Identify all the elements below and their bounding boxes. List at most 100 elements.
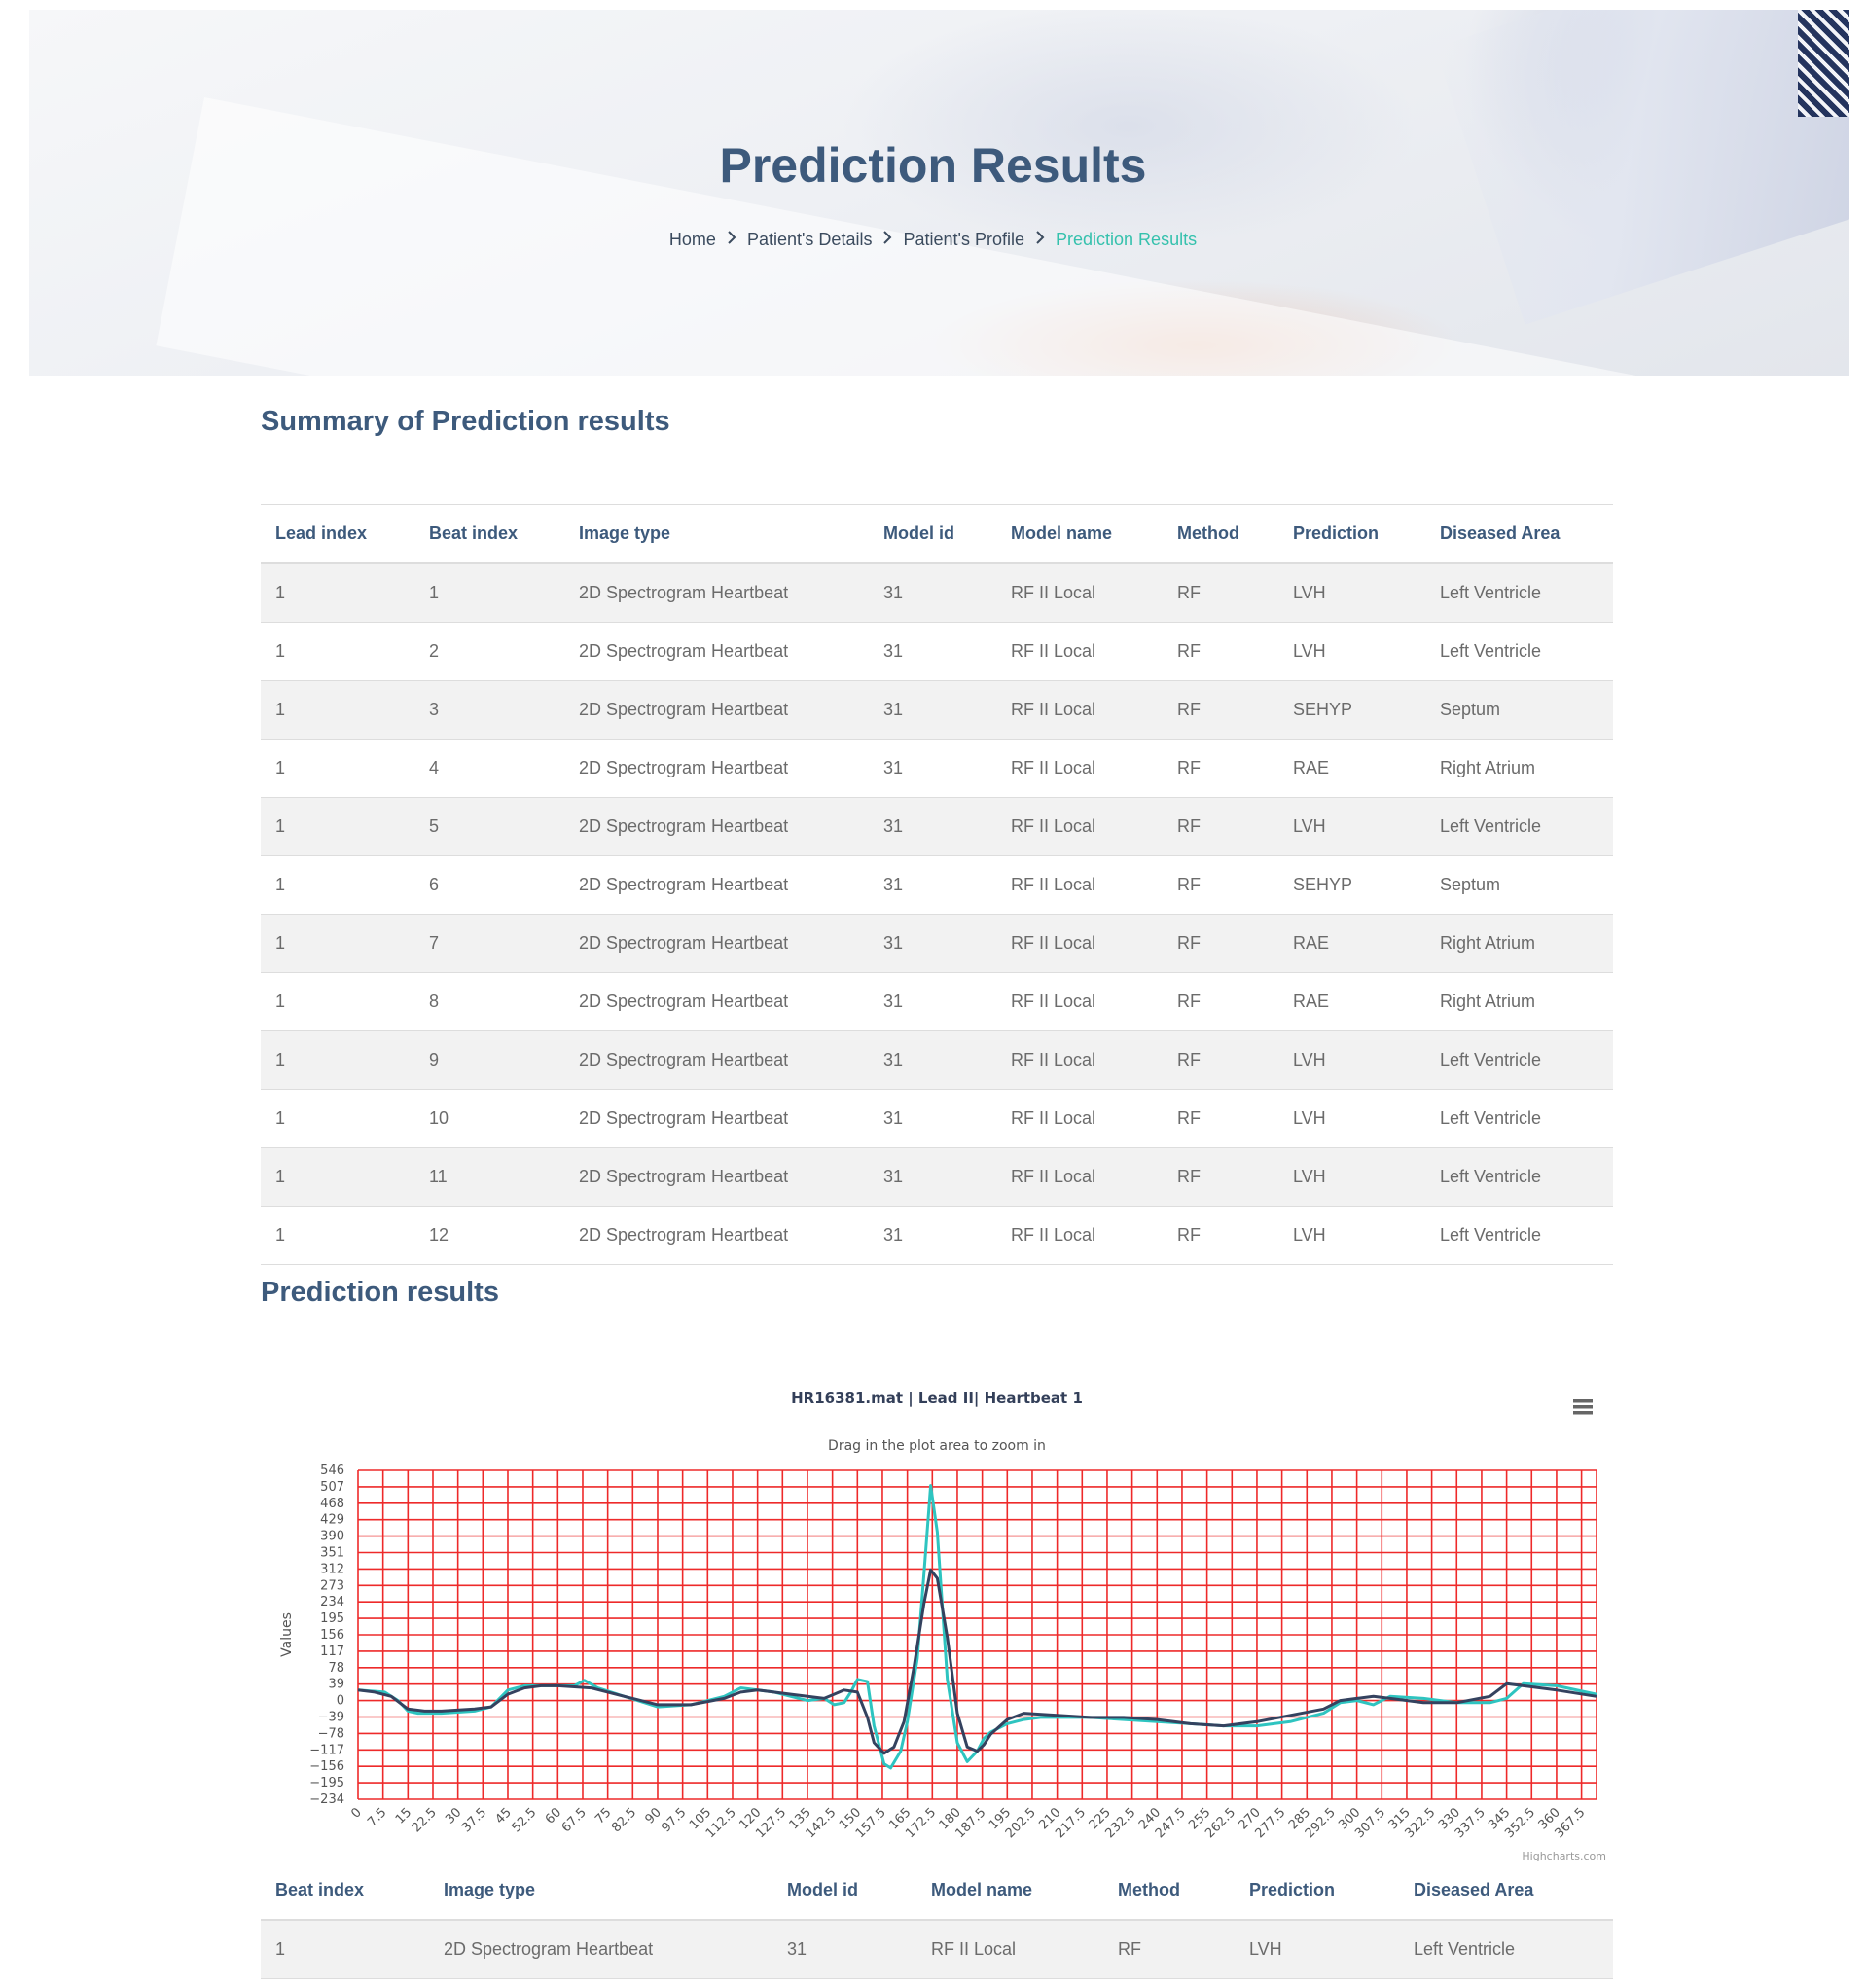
- col-beat-index: Beat index: [261, 1861, 429, 1921]
- table-cell: LVH: [1278, 563, 1425, 623]
- table-cell: 1: [261, 972, 414, 1031]
- ecg-chart[interactable]: HR16381.mat | Lead II| Heartbeat 1 Drag i…: [261, 1357, 1613, 1863]
- table-cell: RF II Local: [996, 914, 1163, 973]
- table-cell: Left Ventricle: [1425, 1147, 1613, 1207]
- col-prediction: Prediction: [1235, 1861, 1399, 1921]
- series-line: [357, 1568, 1597, 1755]
- table-cell: RF II Local: [996, 739, 1163, 798]
- table-cell: 1: [414, 563, 564, 623]
- breadcrumb-home[interactable]: Home: [669, 228, 716, 251]
- table-cell: 8: [414, 972, 564, 1031]
- y-tick-label: 546: [320, 1464, 344, 1478]
- x-tick-label: 67.5: [559, 1805, 590, 1835]
- hero-tie-shape: [1798, 10, 1849, 117]
- table-cell: 2D Spectrogram Heartbeat: [564, 1206, 869, 1265]
- table-cell: RF: [1163, 563, 1278, 623]
- col-image-type: Image type: [429, 1861, 772, 1921]
- table-row: 1 4 2D Spectrogram Heartbeat 31 RF II Local R…: [261, 739, 1613, 798]
- table-row: 1 8 2D Spectrogram Heartbeat 31 RF II Local R…: [261, 972, 1613, 1031]
- y-tick-label: 390: [320, 1530, 344, 1544]
- table-cell: 1: [261, 1920, 429, 1979]
- table-cell: 2D Spectrogram Heartbeat: [564, 739, 869, 798]
- table-cell: LVH: [1278, 1147, 1425, 1207]
- breadcrumb-patient-details[interactable]: Patient's Details: [747, 228, 873, 251]
- table-cell: Right Atrium: [1425, 972, 1613, 1031]
- table-cell: 7: [414, 914, 564, 973]
- col-model-name: Model name: [996, 504, 1163, 564]
- table-cell: RF II Local: [996, 797, 1163, 856]
- table-cell: 1: [261, 622, 414, 681]
- summary-header-row: Lead index Beat index Image type Model i…: [261, 504, 1613, 564]
- table-cell: RF II Local: [916, 1920, 1103, 1979]
- table-cell: 1: [261, 1206, 414, 1265]
- table-cell: LVH: [1278, 622, 1425, 681]
- table-cell: 1: [261, 855, 414, 915]
- table-cell: SEHYP: [1278, 680, 1425, 740]
- table-cell: 31: [869, 680, 996, 740]
- y-tick-label: 117: [320, 1645, 344, 1659]
- y-tick-label: 234: [320, 1595, 344, 1609]
- table-cell: 31: [869, 914, 996, 973]
- table-row: 1 9 2D Spectrogram Heartbeat 31 RF II Local R…: [261, 1030, 1613, 1090]
- table-cell: 10: [414, 1089, 564, 1148]
- table-cell: 31: [869, 1030, 996, 1090]
- table-cell: RF: [1163, 1206, 1278, 1265]
- table-cell: RF II Local: [996, 855, 1163, 915]
- breadcrumb-patient-profile[interactable]: Patient's Profile: [903, 228, 1024, 251]
- chevron-right-icon: [1036, 231, 1045, 244]
- table-cell: Left Ventricle: [1399, 1920, 1613, 1979]
- prediction-header-row: Beat index Image type Model id Model nam…: [261, 1861, 1613, 1921]
- y-tick-label: 0: [337, 1694, 344, 1709]
- col-lead-index: Lead index: [261, 504, 414, 564]
- table-row: 1 5 2D Spectrogram Heartbeat 31 RF II Local R…: [261, 797, 1613, 856]
- table-cell: 9: [414, 1030, 564, 1090]
- table-cell: LVH: [1278, 1206, 1425, 1265]
- table-cell: LVH: [1278, 1030, 1425, 1090]
- hamburger-menu-icon[interactable]: [1573, 1399, 1593, 1415]
- table-cell: 2D Spectrogram Heartbeat: [564, 622, 869, 681]
- table-cell: Right Atrium: [1425, 914, 1613, 973]
- table-cell: Right Atrium: [1425, 739, 1613, 798]
- summary-title: Summary of Prediction results: [261, 406, 670, 437]
- x-tick-label: 7.5: [365, 1805, 389, 1829]
- table-cell: 1: [261, 563, 414, 623]
- table-cell: Left Ventricle: [1425, 797, 1613, 856]
- y-tick-label: −78: [318, 1726, 344, 1741]
- y-tick-label: 468: [320, 1497, 344, 1511]
- table-cell: 11: [414, 1147, 564, 1207]
- x-tick-label: 22.5: [410, 1805, 440, 1835]
- table-row: 1 6 2D Spectrogram Heartbeat 31 RF II Local R…: [261, 855, 1613, 915]
- table-cell: 31: [869, 972, 996, 1031]
- x-tick-label: 0: [348, 1805, 364, 1821]
- table-row: 1 2D Spectrogram Heartbeat 31 RF II Local RF…: [261, 1920, 1613, 1979]
- table-cell: RF II Local: [996, 622, 1163, 681]
- table-cell: Left Ventricle: [1425, 563, 1613, 623]
- table-cell: RF: [1163, 1089, 1278, 1148]
- breadcrumb: Home Patient's Details Patient's Profile…: [0, 227, 1866, 251]
- page-title: Prediction Results: [719, 138, 1147, 193]
- table-cell: 3: [414, 680, 564, 740]
- col-model-id: Model id: [869, 504, 996, 564]
- col-beat-index: Beat index: [414, 504, 564, 564]
- table-cell: 1: [261, 680, 414, 740]
- y-tick-label: 195: [320, 1611, 344, 1626]
- table-cell: 2D Spectrogram Heartbeat: [564, 1147, 869, 1207]
- table-cell: 1: [261, 739, 414, 798]
- table-cell: 1: [261, 1089, 414, 1148]
- ecg-chart-svg[interactable]: HR16381.mat | Lead II| Heartbeat 1 Drag i…: [261, 1357, 1613, 1863]
- table-cell: 1: [261, 1147, 414, 1207]
- table-cell: 31: [869, 1089, 996, 1148]
- x-tick-label: 37.5: [459, 1805, 489, 1835]
- table-cell: 31: [869, 622, 996, 681]
- table-cell: RF: [1163, 914, 1278, 973]
- table-cell: RF: [1163, 739, 1278, 798]
- hero-banner: [29, 10, 1849, 376]
- table-cell: RAE: [1278, 972, 1425, 1031]
- col-model-name: Model name: [916, 1861, 1103, 1921]
- breadcrumb-current: Prediction Results: [1056, 230, 1198, 250]
- chevron-right-icon: [883, 231, 892, 244]
- y-tick-label: 39: [328, 1678, 344, 1692]
- table-cell: 31: [869, 563, 996, 623]
- table-cell: Left Ventricle: [1425, 622, 1613, 681]
- table-cell: 31: [869, 739, 996, 798]
